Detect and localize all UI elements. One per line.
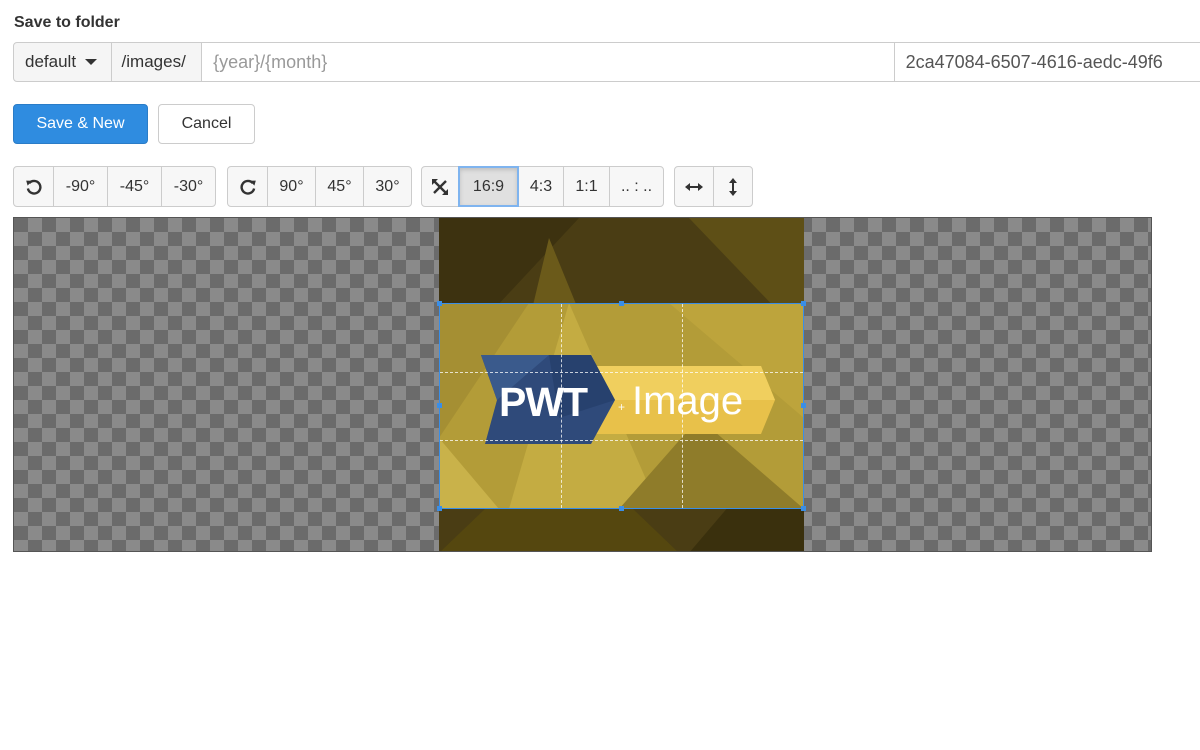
crop-handle-nw[interactable] (437, 301, 442, 306)
rotate-minus-45-button[interactable]: -45° (107, 166, 162, 207)
rotate-plus-90-button[interactable]: 90° (267, 166, 316, 207)
save-folder-title: Save to folder (14, 14, 120, 31)
flip-horizontal-icon[interactable] (674, 166, 714, 207)
aspect-free-button[interactable]: .. : .. (609, 166, 664, 207)
rotate-right-icon[interactable] (227, 166, 268, 207)
crop-canvas[interactable]: PWT Image + (13, 217, 1152, 552)
rotate-minus-90-button[interactable]: -90° (53, 166, 108, 207)
rotate-minus-30-button[interactable]: -30° (161, 166, 216, 207)
rotate-left-icon[interactable] (13, 166, 54, 207)
crop-handle-se[interactable] (801, 506, 806, 511)
filename-input[interactable] (894, 42, 1200, 82)
crop-guide-horizontal (440, 372, 803, 373)
rotate-left-group: -90° -45° -30° (13, 166, 216, 207)
crop-guide-vertical (561, 304, 562, 508)
aspect-16-9-button[interactable]: 16:9 (458, 166, 519, 207)
aspect-4-3-button[interactable]: 4:3 (518, 166, 564, 207)
crop-box[interactable]: + (437, 301, 806, 511)
aspect-ratio-group: 16:9 4:3 1:1 .. : .. (421, 166, 664, 207)
flip-group (674, 166, 753, 207)
flip-vertical-icon[interactable] (713, 166, 753, 207)
subfolder-input[interactable] (202, 42, 895, 82)
base-path-label: /images/ (111, 42, 203, 82)
folder-path-row: default /images/ (13, 42, 1200, 84)
crop-guide-horizontal (440, 440, 803, 441)
crop-handle-e[interactable] (801, 403, 806, 408)
crop-handle-sw[interactable] (437, 506, 442, 511)
crop-guide-vertical (682, 304, 683, 508)
rotate-plus-30-button[interactable]: 30° (363, 166, 412, 207)
folder-select-value: default (25, 52, 77, 71)
folder-select[interactable]: default (13, 42, 112, 82)
aspect-1-1-button[interactable]: 1:1 (563, 166, 610, 207)
caret-down-icon (85, 59, 98, 65)
save-new-button[interactable]: Save & New (13, 104, 148, 144)
crop-center-icon: + (618, 400, 626, 414)
crop-handle-w[interactable] (437, 403, 442, 408)
crop-handle-s[interactable] (619, 506, 624, 511)
rotate-right-group: 90° 45° 30° (227, 166, 412, 207)
cancel-button[interactable]: Cancel (158, 104, 255, 144)
crop-handle-ne[interactable] (801, 301, 806, 306)
crop-free-icon[interactable] (421, 166, 459, 207)
rotate-plus-45-button[interactable]: 45° (315, 166, 364, 207)
crop-handle-n[interactable] (619, 301, 624, 306)
